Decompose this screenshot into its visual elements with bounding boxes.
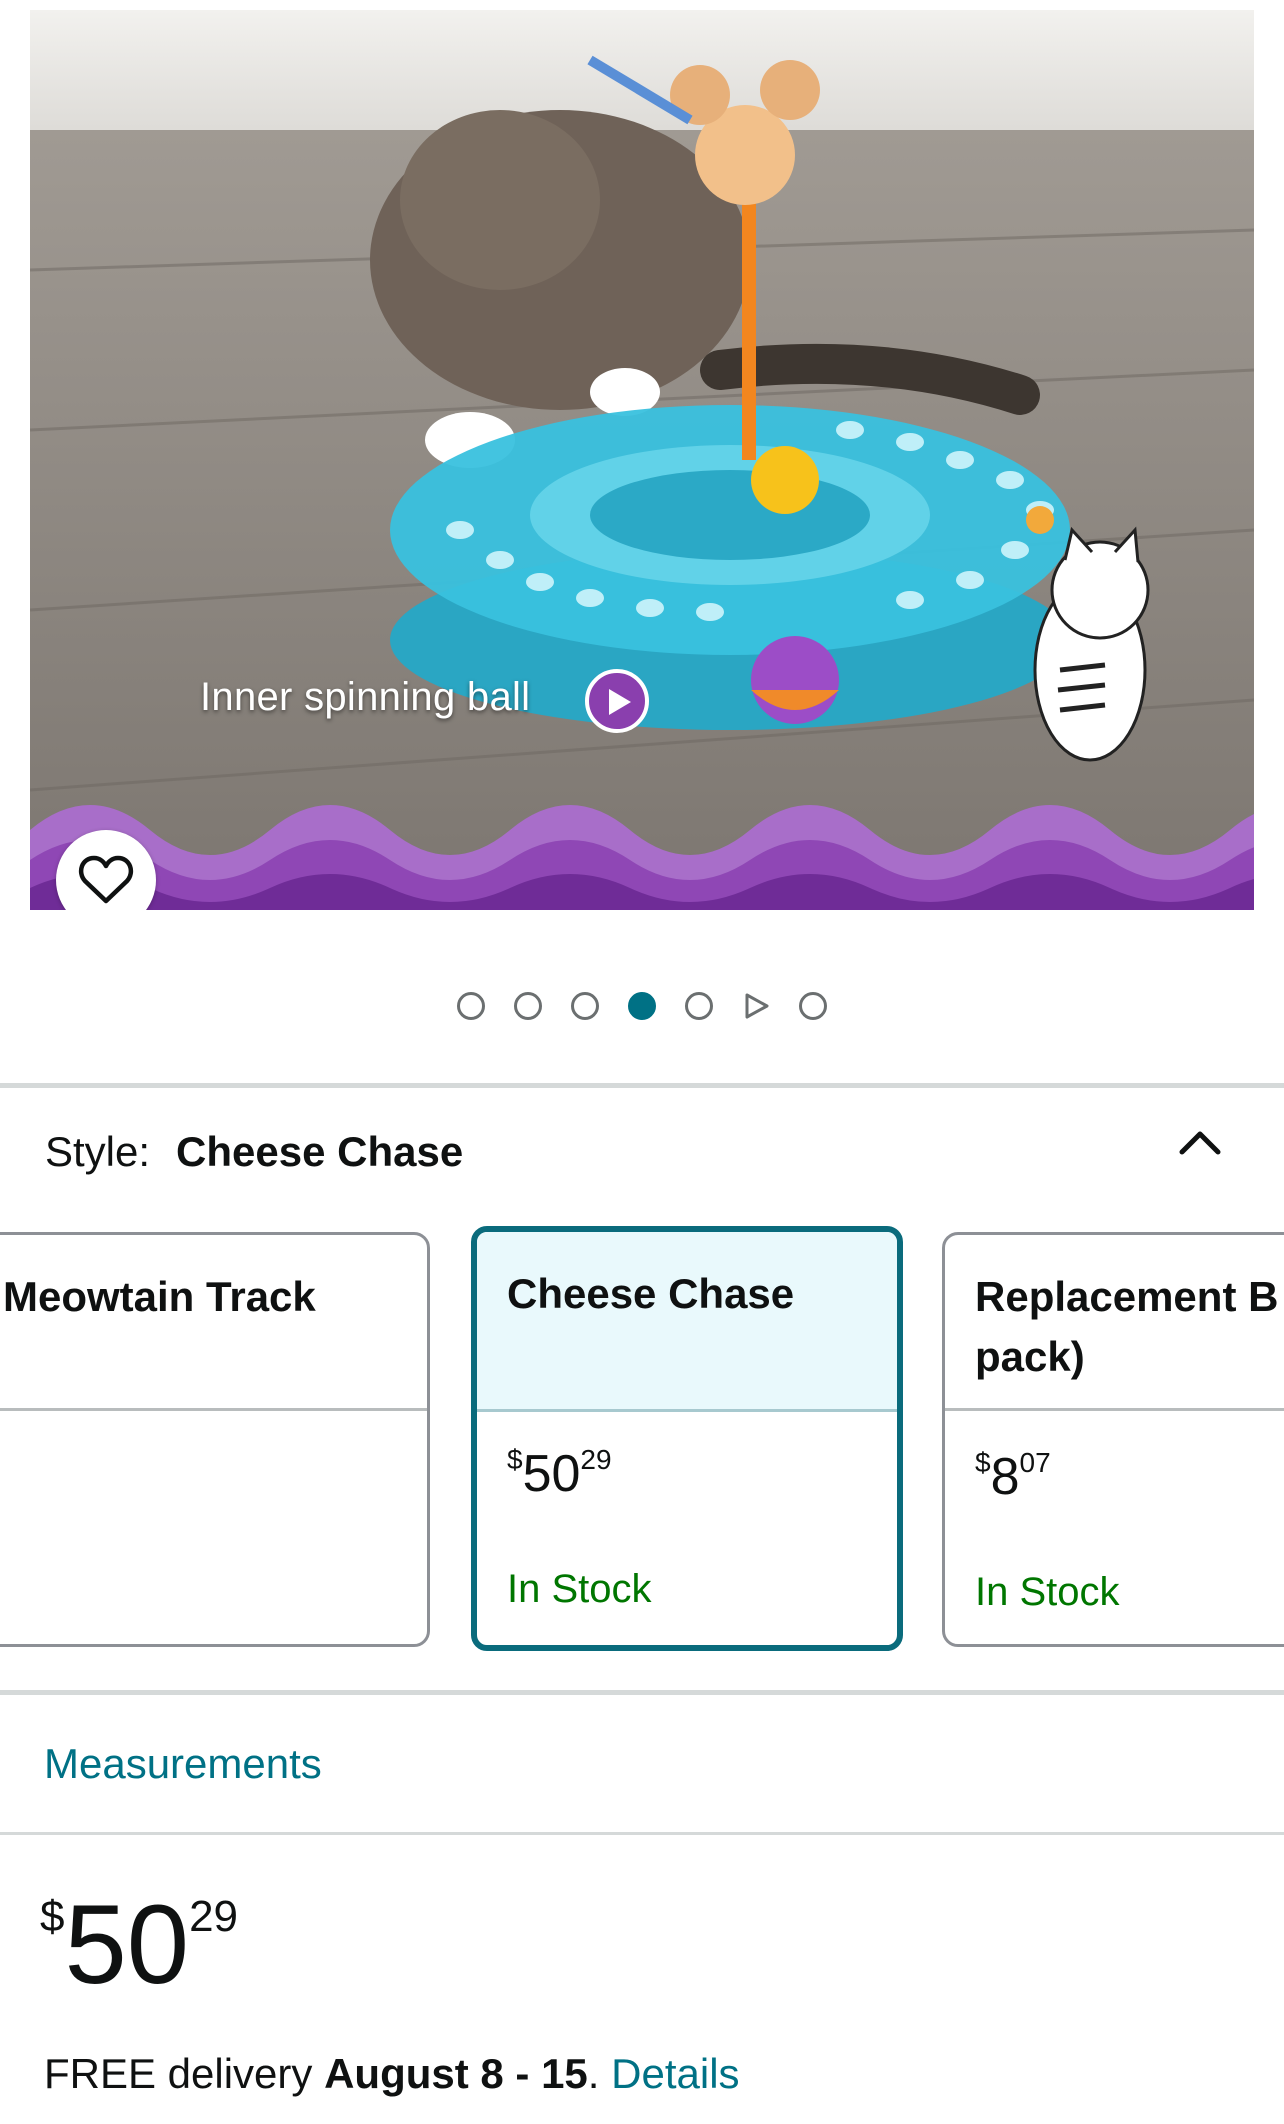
measurements-link[interactable]: Measurements — [44, 1740, 322, 1788]
carousel-dot[interactable] — [514, 992, 542, 1020]
carousel-dot[interactable] — [457, 992, 485, 1020]
image-carousel-indicators — [0, 992, 1284, 1022]
carousel-dot[interactable] — [571, 992, 599, 1020]
style-option-title: Replacement B pack) — [945, 1235, 1284, 1411]
section-divider — [0, 1832, 1284, 1835]
product-price: $5029 — [40, 1880, 238, 2009]
carousel-dot[interactable] — [685, 992, 713, 1020]
delivery-info: FREE delivery August 8 - 15. Details — [44, 2050, 740, 2098]
style-option-price: $807 — [975, 1447, 1051, 1507]
style-selector-header[interactable]: Style: Cheese Chase — [45, 1128, 463, 1176]
style-label: Style: — [45, 1128, 151, 1175]
delivery-dates: August 8 - 15 — [324, 2050, 588, 2097]
style-option-title: Cheese Chase — [477, 1232, 897, 1412]
price-currency: $ — [40, 1892, 65, 1941]
price-currency: $ — [975, 1447, 991, 1478]
price-fraction: 07 — [1019, 1447, 1051, 1478]
price-whole: 8 — [990, 1448, 1020, 1506]
product-photo-illustration — [30, 10, 1254, 910]
product-image[interactable]: Inner spinning ball — [30, 10, 1254, 910]
image-caption: Inner spinning ball — [200, 675, 531, 719]
delivery-separator: . — [587, 2050, 612, 2097]
price-fraction: 29 — [189, 1892, 239, 1941]
carousel-video-indicator[interactable] — [742, 992, 770, 1020]
stock-status: In Stock — [507, 1567, 652, 1611]
price-currency: $ — [507, 1444, 523, 1475]
stock-status: In Stock — [975, 1570, 1120, 1614]
carousel-dot-active[interactable] — [628, 992, 656, 1020]
style-option-price: $5029 — [507, 1444, 612, 1504]
style-option-meowtain-track[interactable]: Meowtain Track — [0, 1232, 430, 1647]
delivery-details-link[interactable]: Details — [611, 2050, 739, 2097]
price-whole: 50 — [522, 1445, 581, 1503]
style-option-title: Meowtain Track — [0, 1235, 427, 1411]
delivery-prefix: FREE delivery — [44, 2050, 325, 2097]
play-icon — [609, 689, 631, 715]
heart-outline-icon — [78, 855, 134, 904]
section-divider — [0, 1690, 1284, 1695]
style-selected-value: Cheese Chase — [176, 1128, 464, 1175]
price-fraction: 29 — [580, 1444, 612, 1475]
style-option-replacement-pack[interactable]: Replacement B pack) $807 In Stock — [942, 1232, 1284, 1647]
play-video-button[interactable] — [585, 669, 649, 733]
style-option-cheese-chase[interactable]: Cheese Chase $5029 In Stock — [471, 1226, 903, 1651]
carousel-dot[interactable] — [799, 992, 827, 1020]
play-outline-icon — [745, 993, 769, 1019]
section-divider — [0, 1083, 1284, 1088]
price-whole: 50 — [64, 1882, 190, 2007]
chevron-up-icon[interactable] — [1178, 1126, 1222, 1156]
